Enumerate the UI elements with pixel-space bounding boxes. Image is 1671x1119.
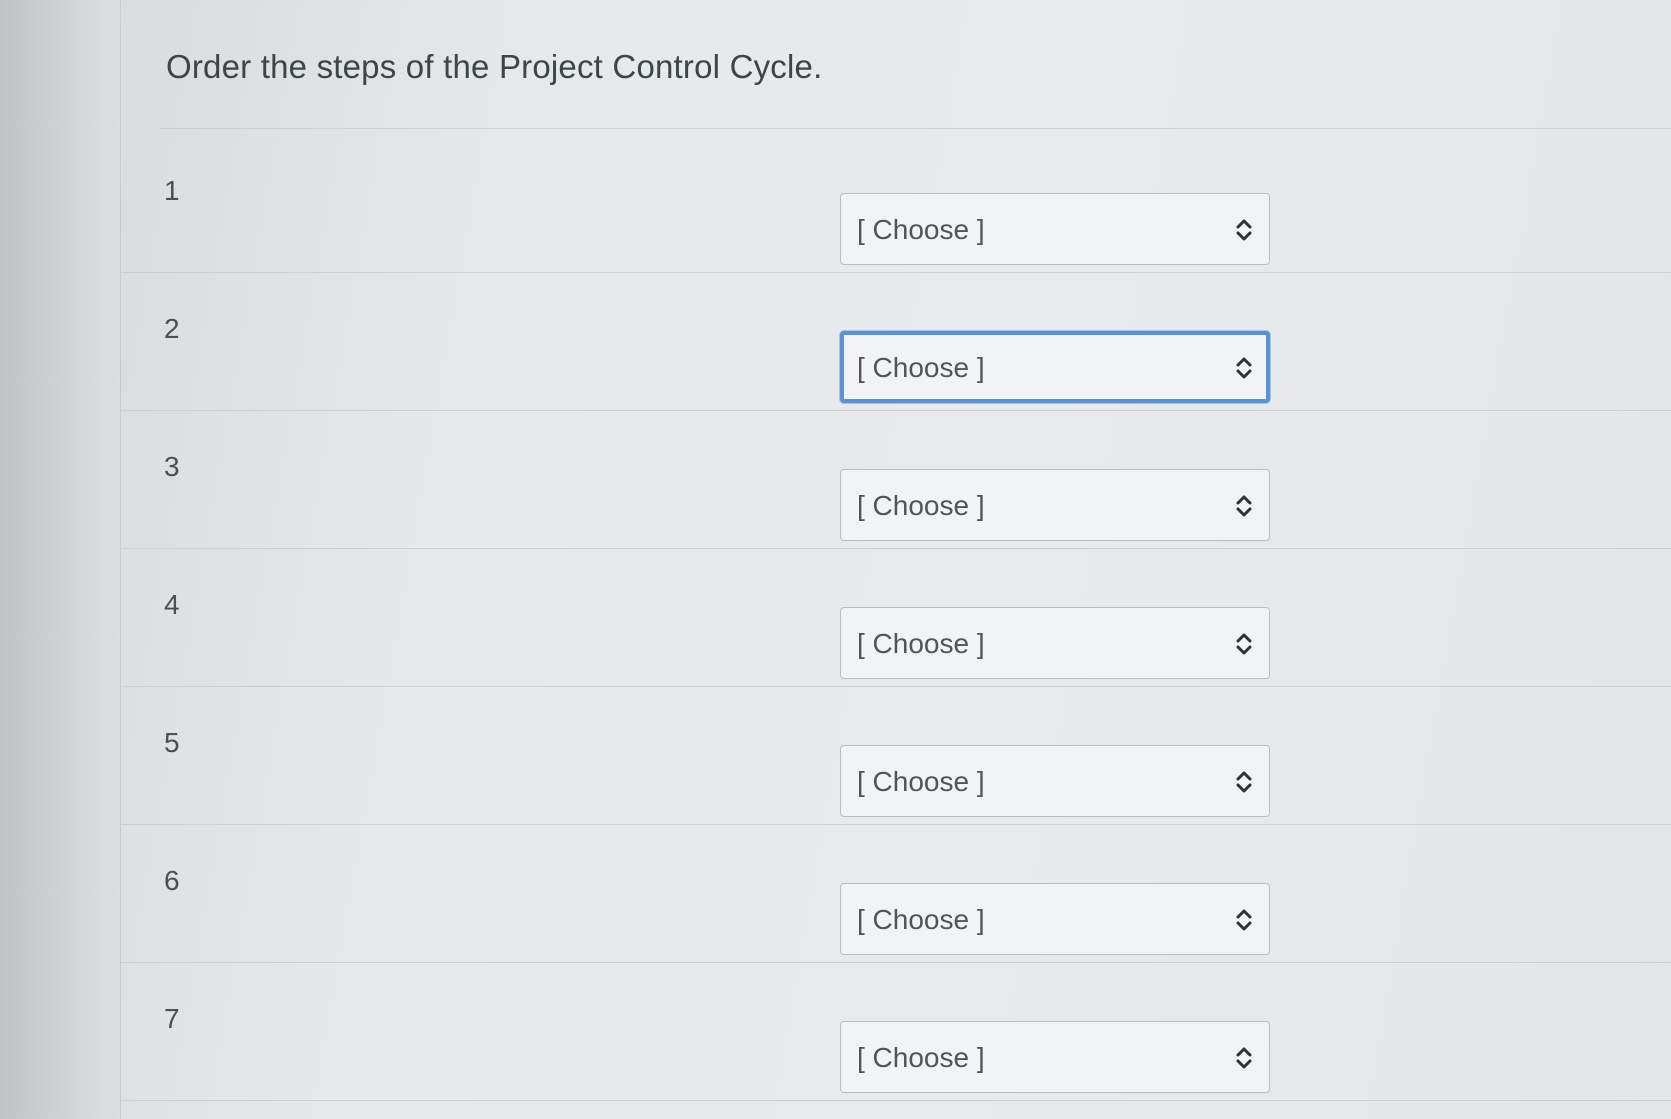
left-page-edge xyxy=(0,0,121,1119)
select-value: [ Choose ] xyxy=(857,904,985,935)
up-down-chevron-icon xyxy=(1236,495,1252,517)
question-title: Order the steps of the Project Control C… xyxy=(166,48,823,85)
answer-row-4: 4 [ Choose ] xyxy=(120,549,1671,687)
up-down-chevron-icon xyxy=(1236,1047,1252,1069)
up-down-chevron-icon xyxy=(1236,633,1252,655)
select-value: [ Choose ] xyxy=(857,628,985,659)
row-number: 3 xyxy=(164,451,180,482)
answer-select-2[interactable]: [ Choose ] xyxy=(840,331,1270,403)
select-value: [ Choose ] xyxy=(857,352,985,383)
answer-row-3: 3 [ Choose ] xyxy=(120,411,1671,549)
answer-rows: 1 [ Choose ] 2 [ Choose ] 3 [Choose] 4… xyxy=(120,135,1671,1101)
answer-row-1: 1 [ Choose ] xyxy=(120,135,1671,273)
answer-select-6[interactable]: [ Choose ] xyxy=(840,883,1270,955)
answer-row-7: 7 [ Choose ] xyxy=(120,963,1671,1101)
row-number: 2 xyxy=(164,313,180,344)
answer-select-4[interactable]: [ Choose ] xyxy=(840,607,1270,679)
question-panel: Order the steps of the Project Control C… xyxy=(120,0,1671,1119)
title-divider xyxy=(160,128,1671,129)
up-down-chevron-icon xyxy=(1236,219,1252,241)
row-number: 1 xyxy=(164,175,180,206)
row-number: 4 xyxy=(164,589,180,620)
up-down-chevron-icon xyxy=(1236,771,1252,793)
answer-select-1[interactable]: [ Choose ] xyxy=(840,193,1270,265)
answer-row-2: 2 [ Choose ] xyxy=(120,273,1671,411)
row-number: 6 xyxy=(164,865,180,896)
up-down-chevron-icon xyxy=(1236,909,1252,931)
up-down-chevron-icon xyxy=(1236,357,1252,379)
select-value: [ Choose ] xyxy=(857,214,985,245)
answer-select-3[interactable]: [ Choose ] xyxy=(840,469,1270,541)
select-value: [ Choose ] xyxy=(857,766,985,797)
answer-select-7[interactable]: [ Choose ] xyxy=(840,1021,1270,1093)
select-value: [ Choose ] xyxy=(857,490,985,521)
row-number: 7 xyxy=(164,1003,180,1034)
answer-row-6: 6 [ Choose ] xyxy=(120,825,1671,963)
select-value: [ Choose ] xyxy=(857,1042,985,1073)
answer-select-5[interactable]: [ Choose ] xyxy=(840,745,1270,817)
answer-row-5: 5 [ Choose ] xyxy=(120,687,1671,825)
row-number: 5 xyxy=(164,727,180,758)
